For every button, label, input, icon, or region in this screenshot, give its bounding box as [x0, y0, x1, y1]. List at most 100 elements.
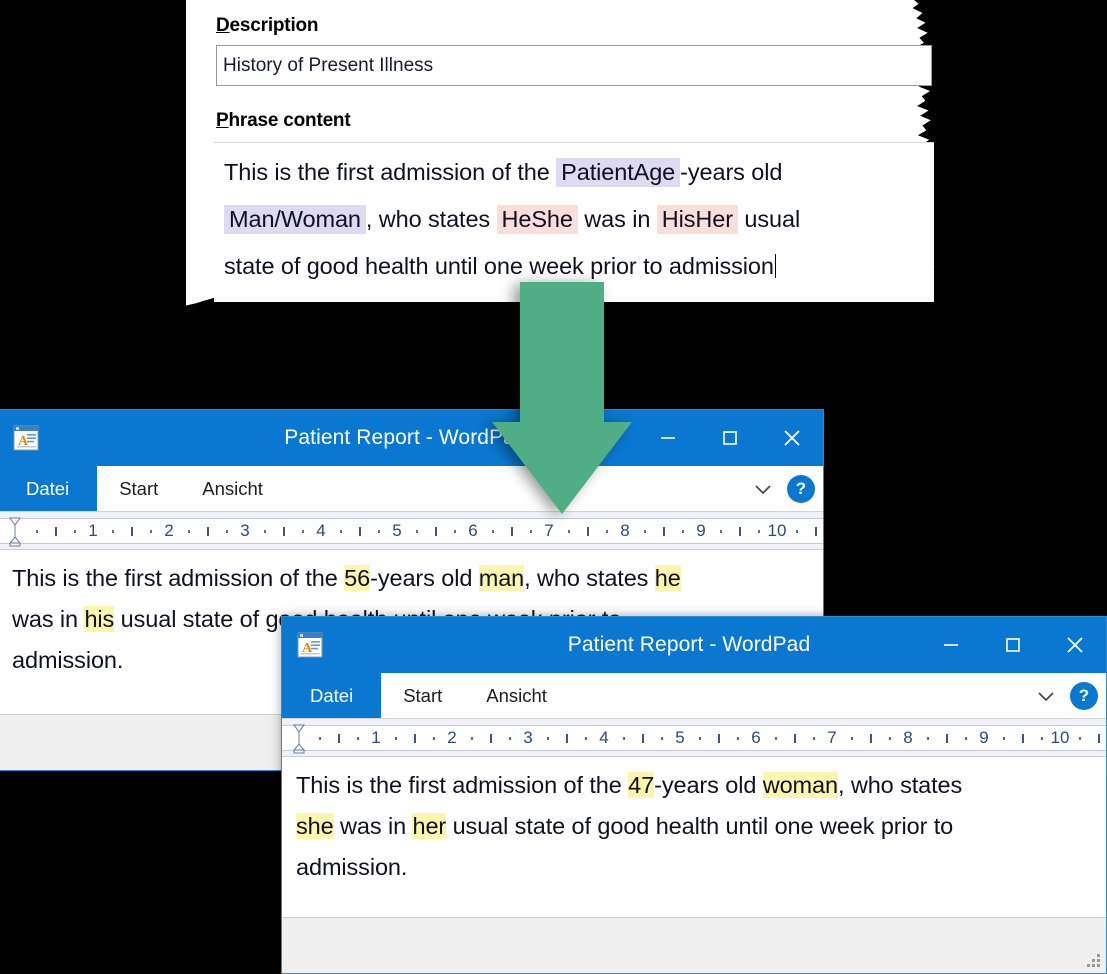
text-caret — [774, 254, 777, 278]
ruler-tick — [283, 527, 285, 536]
window1-maximize-button[interactable] — [699, 410, 761, 466]
window1-ribbon-right: ? — [749, 466, 815, 511]
ruler-number: 5 — [675, 728, 685, 747]
wordpad-window-female[interactable]: A Patient Report - WordPad Datei Start A… — [281, 616, 1107, 974]
window2-ruler-marks: 1 2 3 4 5 6 7 8 9 10 — [282, 719, 1106, 756]
ruler-subtick — [568, 530, 570, 533]
window2-tab-start[interactable]: Start — [381, 673, 464, 718]
w1-t3: , who states — [524, 565, 655, 591]
ruler-tick — [55, 527, 57, 536]
ruler-subtick — [188, 530, 190, 533]
placeholder-token-hisher[interactable]: HisHer — [656, 205, 738, 234]
ruler-tick — [566, 734, 568, 743]
ruler-subtick — [433, 737, 435, 740]
w1-t2: -years old — [370, 565, 479, 591]
w1-t6: admission. — [12, 647, 124, 673]
ruler-tick — [946, 734, 948, 743]
ruler-tick — [1098, 734, 1100, 743]
ruler-tick — [663, 527, 665, 536]
ruler-number: 9 — [696, 521, 706, 540]
phrase-content-line-1: This is the first admission of the Patie… — [224, 149, 924, 196]
screenshot-canvas: Description Phrase content This is the f… — [0, 0, 1107, 974]
w1-t1: This is the first admission of the — [12, 565, 345, 591]
help-icon[interactable]: ? — [1070, 681, 1098, 710]
w1-t4: was in — [12, 606, 85, 632]
window1-doc-line-1: This is the first admission of the 56-ye… — [12, 558, 809, 599]
phrase-text-b: -years old — [680, 159, 783, 185]
phrase-content-line-2: Man/Woman, who states HeShe was in HisHe… — [224, 196, 924, 243]
description-label: Description — [216, 15, 319, 37]
w2-highlight-pronoun1: she — [296, 813, 334, 839]
phrase-content-label-accel: P — [216, 110, 229, 131]
phrase-text-d: was in — [577, 206, 657, 232]
ruler-number: 4 — [316, 521, 326, 540]
chevron-down-icon[interactable] — [1032, 682, 1060, 710]
wordpad-icon: A — [12, 423, 42, 453]
window2-controls — [920, 617, 1106, 673]
window1-ruler[interactable]: 1 2 3 4 5 6 7 8 9 10 — [0, 512, 823, 550]
window2-tab-datei[interactable]: Datei — [282, 673, 382, 718]
chevron-down-icon[interactable] — [749, 475, 777, 503]
ruler-tick — [414, 734, 416, 743]
ruler-number: 4 — [599, 728, 609, 747]
ruler-number: 8 — [903, 728, 913, 747]
window1-tab-datei[interactable]: Datei — [0, 466, 98, 511]
indent-marker-icon[interactable] — [8, 514, 22, 548]
help-icon[interactable]: ? — [787, 474, 815, 503]
wordpad-icon: A — [296, 630, 326, 660]
ruler-subtick — [302, 530, 304, 533]
window1-titlebar[interactable]: A Patient Report - WordPad — [0, 410, 823, 466]
ruler-tick — [1022, 734, 1024, 743]
ruler-tick — [490, 734, 492, 743]
window1-close-button[interactable] — [761, 410, 823, 466]
window2-ruler[interactable]: 1 2 3 4 5 6 7 8 9 10 — [282, 719, 1106, 757]
ruler-number: 1 — [371, 728, 381, 747]
window2-doc-line-1: This is the first admission of the 47-ye… — [296, 765, 1092, 806]
window2-close-button[interactable] — [1044, 617, 1106, 673]
ruler-subtick — [112, 530, 114, 533]
resize-grip-icon[interactable] — [1086, 953, 1100, 967]
description-input[interactable] — [216, 45, 932, 86]
ruler-subtick — [36, 530, 38, 533]
ruler-subtick — [547, 737, 549, 740]
window1-tab-start[interactable]: Start — [97, 466, 180, 511]
window2-maximize-button[interactable] — [982, 617, 1044, 673]
placeholder-token-patientage[interactable]: PatientAge — [556, 158, 681, 187]
description-label-rest: escription — [229, 15, 319, 36]
w2-t1: This is the first admission of the — [296, 772, 629, 798]
ruler-subtick — [319, 737, 321, 740]
phrase-content-editor[interactable]: This is the first admission of the Patie… — [214, 142, 934, 302]
ruler-subtick — [851, 737, 853, 740]
window2-document-area[interactable]: This is the first admission of the 47-ye… — [282, 757, 1106, 903]
phrase-text-a: This is the first admission of the — [224, 159, 557, 185]
window2-status-bar — [282, 917, 1106, 973]
ruler-subtick — [927, 737, 929, 740]
ruler-tick — [207, 527, 209, 536]
window2-minimize-button[interactable] — [920, 617, 982, 673]
ruler-number: 2 — [447, 728, 457, 747]
ruler-number: 3 — [523, 728, 533, 747]
ruler-number: 1 — [88, 521, 98, 540]
window2-tab-ansicht[interactable]: Ansicht — [464, 673, 569, 718]
window2-titlebar[interactable]: A Patient Report - WordPad — [282, 617, 1106, 673]
ruler-subtick — [623, 737, 625, 740]
ruler-subtick — [74, 530, 76, 533]
window2-ribbon-right: ? — [1032, 673, 1098, 718]
ruler-subtick — [226, 530, 228, 533]
window1-minimize-button[interactable] — [637, 410, 699, 466]
phrase-editor-panel: Description Phrase content This is the f… — [186, 0, 946, 325]
ruler-subtick — [758, 530, 760, 533]
phrase-editor-content: Description Phrase content This is the f… — [186, 0, 946, 325]
w1-highlight-gender: man — [478, 565, 525, 591]
w2-highlight-pronoun2: her — [412, 813, 447, 839]
indent-marker-icon[interactable] — [292, 721, 306, 755]
placeholder-token-manwoman[interactable]: Man/Woman — [224, 205, 366, 234]
ruler-number: 6 — [468, 521, 478, 540]
window1-tab-ansicht[interactable]: Ansicht — [180, 466, 285, 511]
ruler-subtick — [1003, 737, 1005, 740]
ruler-subtick — [492, 530, 494, 533]
phrase-text-c: , who states — [365, 206, 497, 232]
window1-controls — [637, 410, 823, 466]
placeholder-token-heshe[interactable]: HeShe — [496, 205, 578, 234]
ruler-tick — [718, 734, 720, 743]
